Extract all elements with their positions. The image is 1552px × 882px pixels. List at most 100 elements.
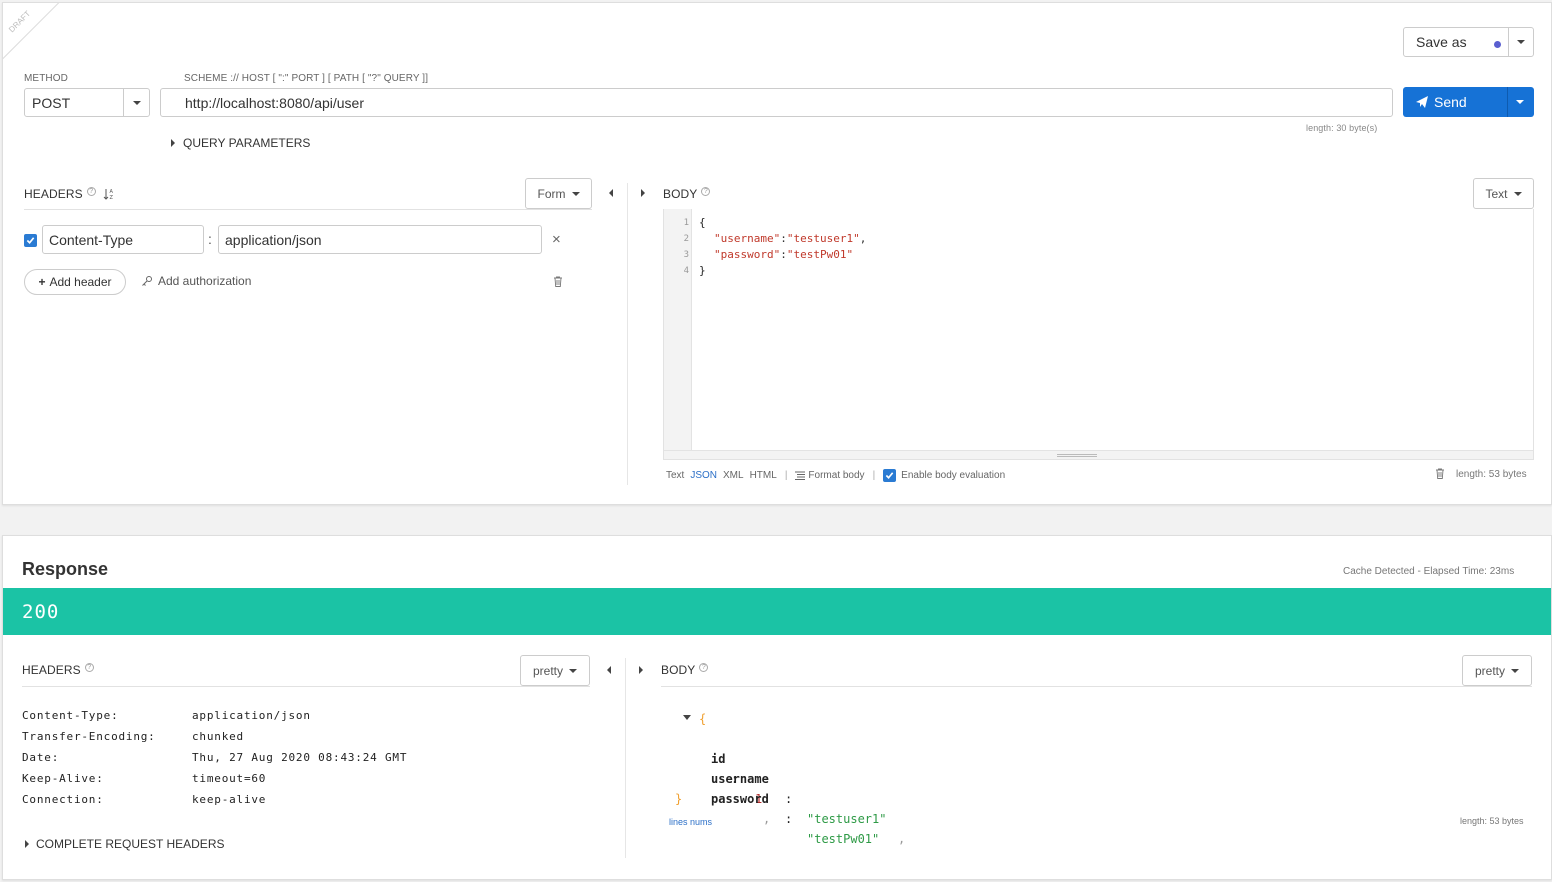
- checkmark-icon: [26, 237, 35, 244]
- response-header-key: Date:: [22, 751, 60, 764]
- headers-title: HEADERS? AZ: [24, 187, 115, 201]
- status-code: 200: [22, 601, 60, 623]
- url-input[interactable]: http://localhost:8080/api/user: [160, 88, 1393, 117]
- body-editor[interactable]: 1 { 2 "username":"testuser1", 3 "passwor…: [663, 209, 1534, 460]
- code-text: {: [699, 216, 706, 229]
- help-icon[interactable]: ?: [701, 187, 711, 196]
- add-header-label: Add header: [49, 275, 112, 289]
- response-headers-mode-label: pretty: [532, 663, 563, 678]
- add-header-button[interactable]: + Add header: [24, 269, 126, 295]
- response-headers-title: HEADERS?: [22, 663, 94, 677]
- body-title-text: BODY: [663, 187, 698, 201]
- help-icon[interactable]: ?: [84, 663, 94, 672]
- json-value: "testPw01": [786, 248, 854, 261]
- collapse-right-icon[interactable]: [641, 189, 645, 197]
- response-body-mode-select[interactable]: pretty: [1462, 655, 1532, 686]
- response-header-key: Content-Type:: [22, 709, 119, 722]
- header-value-input[interactable]: application/json: [218, 225, 542, 254]
- response-headers-mode-select[interactable]: pretty: [520, 655, 590, 686]
- complete-request-headers-label: COMPLETE REQUEST HEADERS: [36, 837, 225, 851]
- chevron-down-icon: [569, 668, 577, 673]
- response-body-title: BODY?: [661, 663, 709, 677]
- json-key: "password": [714, 248, 781, 261]
- trash-icon[interactable]: [553, 276, 563, 287]
- body-mode-label: Text: [1485, 186, 1508, 201]
- json-comma: ,: [859, 232, 867, 245]
- code-line: 3 "password":"testPw01": [664, 247, 1535, 263]
- code-line: 4 }: [664, 263, 1535, 279]
- query-parameters-label: QUERY PARAMETERS: [183, 136, 311, 150]
- json-field-value: "testPw01": [807, 832, 880, 846]
- help-icon[interactable]: ?: [699, 663, 709, 672]
- line-number: 2: [683, 234, 689, 244]
- response-header-value: chunked: [192, 730, 244, 743]
- save-as-label: Save as: [1416, 34, 1467, 50]
- json-value: "testuser1": [786, 232, 860, 245]
- json-close-brace: }: [675, 792, 683, 806]
- key-icon: [142, 276, 152, 286]
- url-length: length: 30 byte(s): [1306, 123, 1378, 133]
- json-field: username : "testuser1" ,: [683, 749, 905, 846]
- body-length: length: 53 bytes: [1456, 469, 1527, 480]
- collapse-left-icon[interactable]: [607, 666, 611, 674]
- add-authorization-link[interactable]: Add authorization: [141, 274, 251, 288]
- lines-nums-toggle[interactable]: lines nums: [669, 817, 712, 827]
- request-panel: DRAFT Save as METHOD POST SCHEME :// HOS…: [2, 2, 1552, 505]
- svg-text:Z: Z: [110, 195, 114, 200]
- response-body-length: length: 53 bytes: [1460, 816, 1524, 826]
- response-header-row: Connection: keep-alive: [22, 789, 265, 810]
- json-colon: :: [780, 232, 787, 245]
- collapse-right-icon[interactable]: [639, 666, 643, 674]
- help-icon[interactable]: ?: [86, 187, 96, 196]
- json-key: "username": [714, 232, 781, 245]
- method-value: POST: [32, 94, 71, 111]
- format-text[interactable]: Text: [666, 470, 684, 481]
- json-field: password : "testPw01": [683, 769, 879, 846]
- method-label: METHOD: [24, 73, 68, 84]
- save-as-button[interactable]: Save as: [1403, 27, 1534, 57]
- response-header-row: Transfer-Encoding: chunked: [22, 726, 243, 747]
- format-body-button[interactable]: Format body: [808, 470, 864, 481]
- response-header-key: Transfer-Encoding:: [22, 730, 156, 743]
- send-dropdown-icon[interactable]: [1516, 100, 1524, 104]
- unsaved-dot-icon: [1494, 41, 1501, 48]
- query-parameters-toggle[interactable]: QUERY PARAMETERS: [171, 136, 310, 150]
- send-button[interactable]: Send: [1403, 87, 1534, 117]
- expand-icon: [25, 840, 29, 848]
- save-as-dropdown-icon[interactable]: [1517, 40, 1525, 44]
- json-field: id : 1 ,: [683, 729, 770, 826]
- collapse-left-icon[interactable]: [609, 189, 613, 197]
- json-comma: ,: [898, 832, 906, 846]
- response-body-json: { id : 1 , username : "testuser1" , pass…: [675, 709, 905, 846]
- format-xml[interactable]: XML: [723, 470, 744, 481]
- code-line: 2 "username":"testuser1",: [664, 231, 1535, 247]
- headers-mode-select[interactable]: Form: [525, 178, 592, 209]
- headers-title-text: HEADERS: [24, 187, 83, 201]
- code-text: }: [699, 264, 706, 277]
- header-separator: :: [208, 231, 212, 247]
- plus-icon: +: [38, 275, 46, 289]
- method-select[interactable]: POST: [24, 88, 150, 117]
- header-name-input[interactable]: Content-Type: [42, 225, 204, 254]
- expand-icon: [171, 139, 175, 147]
- remove-header-icon[interactable]: ×: [552, 231, 561, 248]
- response-header-row: Content-Type: application/json: [22, 705, 310, 726]
- status-bar: 200: [3, 588, 1551, 635]
- json-colon: :: [780, 248, 787, 261]
- response-body-mode-label: pretty: [1474, 663, 1505, 678]
- response-meta: Cache Detected - Elapsed Time: 23ms: [1343, 566, 1515, 577]
- complete-request-headers-toggle[interactable]: COMPLETE REQUEST HEADERS: [25, 837, 224, 851]
- sort-az-icon[interactable]: AZ: [103, 188, 115, 201]
- collapse-json-icon[interactable]: [683, 715, 691, 720]
- body-mode-select[interactable]: Text: [1473, 178, 1534, 209]
- url-hint: SCHEME :// HOST [ ":" PORT ] [ PATH [ "?…: [184, 73, 429, 84]
- format-html[interactable]: HTML: [750, 470, 777, 481]
- response-header-row: Keep-Alive: timeout=60: [22, 768, 265, 789]
- header-enabled-checkbox[interactable]: [24, 234, 37, 247]
- format-json[interactable]: JSON: [690, 470, 717, 481]
- trash-icon[interactable]: [1435, 468, 1445, 479]
- add-authorization-label: Add authorization: [158, 274, 252, 288]
- method-dropdown-icon: [133, 101, 141, 105]
- editor-resize-handle[interactable]: [664, 450, 1533, 459]
- enable-body-evaluation-checkbox[interactable]: [883, 469, 897, 482]
